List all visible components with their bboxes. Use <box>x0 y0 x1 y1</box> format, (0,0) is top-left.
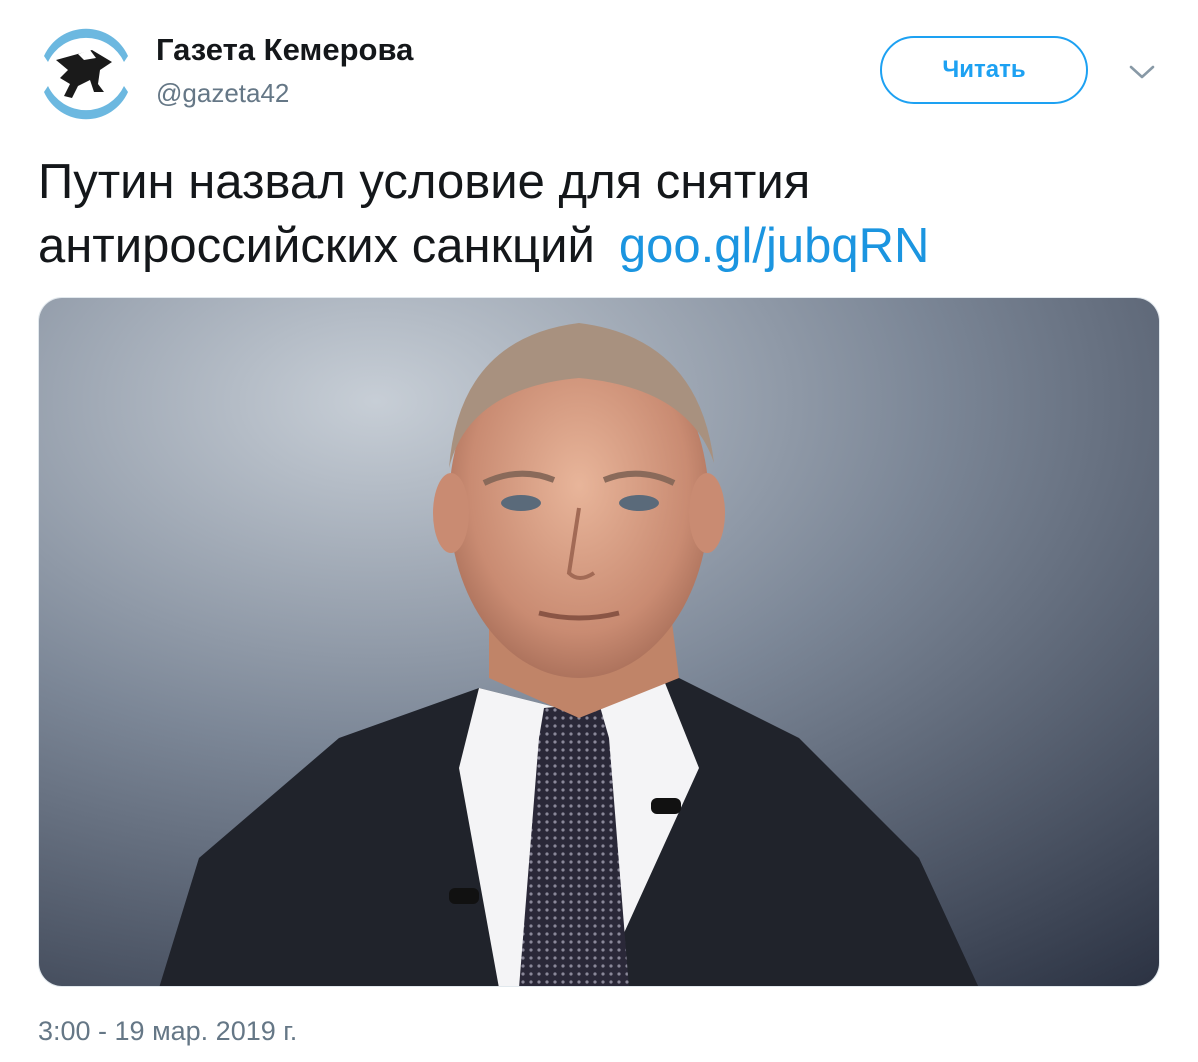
logo-icon <box>38 26 134 122</box>
user-handle[interactable]: @gazeta42 <box>156 76 413 110</box>
photo-image <box>39 298 1159 986</box>
author-block: Газета Кемерова @gazeta42 <box>156 30 413 110</box>
tweet-text: Путин назвал условие для снятия антиросс… <box>38 150 1168 278</box>
tweet-timestamp[interactable]: 3:00 - 19 мар. 2019 г. <box>38 1014 297 1048</box>
follow-button[interactable]: Читать <box>880 36 1088 104</box>
chevron-down-icon[interactable] <box>1126 60 1158 84</box>
avatar[interactable] <box>38 26 134 122</box>
tweet-photo[interactable] <box>38 297 1160 987</box>
display-name[interactable]: Газета Кемерова <box>156 30 413 70</box>
tweet-link[interactable]: goo.gl/jubqRN <box>619 219 930 273</box>
